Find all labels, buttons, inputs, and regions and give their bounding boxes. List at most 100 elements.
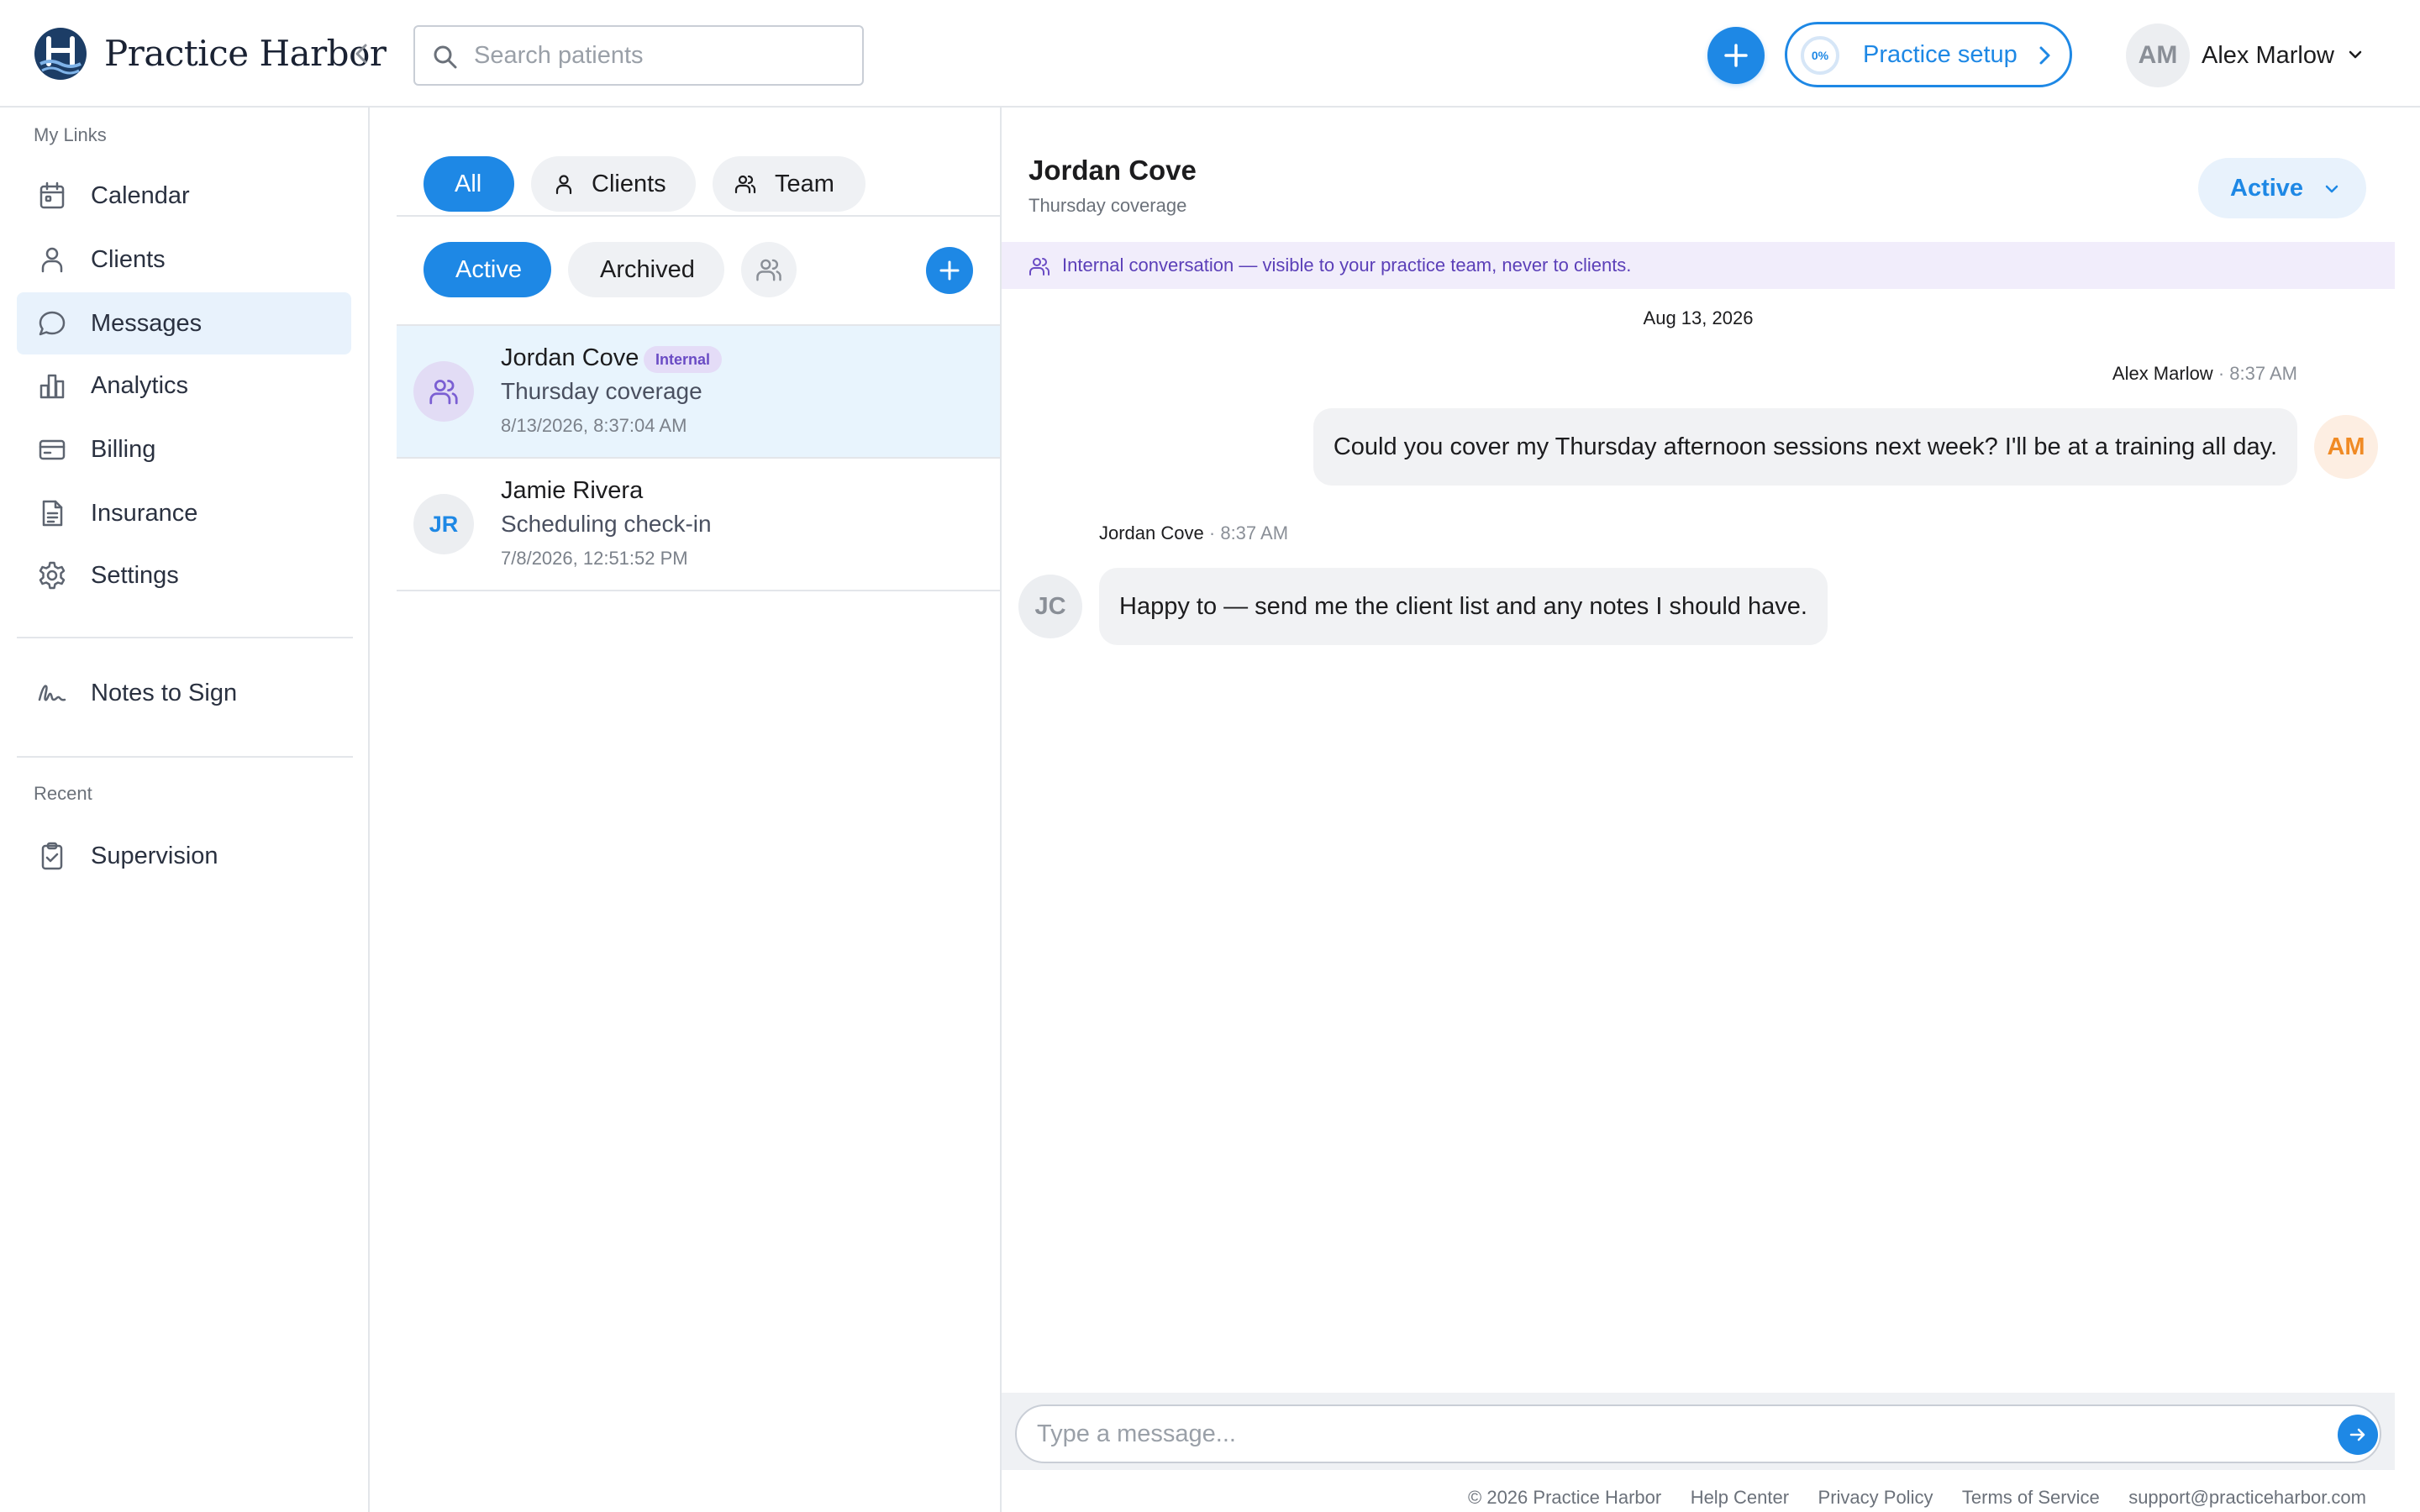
- sidebar-item-label: Notes to Sign: [91, 680, 238, 706]
- filter-label: All: [455, 171, 482, 197]
- send-button[interactable]: [2338, 1415, 2378, 1455]
- conversation-item[interactable]: JR Jamie Rivera Scheduling check-in 7/8/…: [397, 459, 1000, 591]
- recent-heading: Recent: [34, 783, 92, 804]
- people-icon: [734, 173, 756, 195]
- conversation-name: Jamie Rivera: [501, 477, 644, 504]
- conversation-list-panel: All Clients Team Active Archived Jordan …: [397, 108, 1002, 1512]
- status-label: Active: [2230, 175, 2304, 202]
- sidebar-divider: [17, 756, 353, 758]
- chat-panel: Jordan Cove Thursday coverage Active Int…: [1002, 108, 2395, 1470]
- plus-icon: [1724, 44, 1748, 67]
- chat-subtitle: Thursday coverage: [1028, 195, 1187, 216]
- status-label: Archived: [600, 256, 695, 283]
- document-icon: [37, 498, 67, 528]
- message-sender: Alex Marlow: [2112, 363, 2213, 384]
- group-filter-button[interactable]: [741, 242, 797, 297]
- chat-bubble-icon: [37, 308, 67, 339]
- collapse-sidebar-button[interactable]: [351, 40, 371, 67]
- sidebar-item-label: Billing: [91, 436, 156, 463]
- message-avatar: AM: [2314, 415, 2378, 479]
- people-icon: [429, 380, 458, 405]
- my-links-heading: My Links: [34, 124, 107, 145]
- chevron-down-icon: [2325, 185, 2338, 193]
- internal-conversation-banner: Internal conversation — visible to your …: [1002, 242, 2395, 289]
- filter-all-tab[interactable]: All: [424, 156, 514, 212]
- user-avatar[interactable]: AM: [2126, 24, 2190, 87]
- practice-setup-button[interactable]: 0% Practice setup: [1785, 22, 2072, 87]
- status-label: Active: [455, 256, 522, 283]
- arrow-right-icon: [2349, 1428, 2365, 1441]
- top-bar: Practice Harbor 0% Practice setup AM A: [0, 0, 2420, 108]
- message-time: 8:37 AM: [1220, 522, 1289, 543]
- filter-clients-tab[interactable]: Clients: [531, 156, 696, 212]
- new-conversation-button[interactable]: [926, 247, 973, 294]
- practice-harbor-logo-icon[interactable]: [34, 27, 87, 81]
- user-name[interactable]: Alex Marlow: [2202, 30, 2334, 81]
- sidebar-item-supervision[interactable]: Supervision: [17, 825, 351, 887]
- conversation-item[interactable]: Jordan Cove Internal Thursday coverage 8…: [397, 326, 1000, 459]
- sidebar-item-messages[interactable]: Messages: [17, 292, 351, 354]
- sidebar-item-settings[interactable]: Settings: [17, 544, 351, 606]
- conversation-subject: Thursday coverage: [501, 378, 702, 404]
- footer-support-email[interactable]: support@practiceharbor.com: [2128, 1487, 2366, 1508]
- message-bubble-incoming: Happy to — send me the client list and a…: [1099, 568, 1828, 645]
- calendar-icon: [37, 181, 67, 211]
- message-input[interactable]: [1037, 1406, 2297, 1462]
- search-icon: [432, 44, 459, 71]
- bar-chart-icon: [37, 370, 67, 401]
- practice-setup-label: Practice setup: [1863, 41, 2018, 68]
- sidebar-item-billing[interactable]: Billing: [17, 418, 351, 480]
- internal-badge: Internal: [644, 346, 723, 373]
- message-time: 8:37 AM: [2229, 363, 2297, 384]
- conversation-timestamp: 7/8/2026, 12:51:52 PM: [501, 548, 688, 569]
- conversation-timestamp: 8/13/2026, 8:37:04 AM: [501, 415, 687, 436]
- conversation-name: Jordan Cove: [501, 344, 639, 371]
- quick-add-button[interactable]: [1707, 27, 1765, 84]
- user-menu-chevron-down-icon[interactable]: [2346, 45, 2365, 64]
- sidebar-item-calendar[interactable]: Calendar: [17, 165, 351, 227]
- plus-icon: [939, 260, 960, 281]
- search-input[interactable]: [474, 27, 844, 84]
- people-icon: [756, 259, 781, 281]
- conversation-status-dropdown[interactable]: Active: [2198, 158, 2366, 218]
- filter-team-tab[interactable]: Team: [713, 156, 865, 212]
- sidebar-item-label: Insurance: [91, 500, 198, 527]
- chevron-left-icon: [355, 44, 367, 64]
- sidebar-item-label: Settings: [91, 562, 179, 589]
- patient-search[interactable]: [413, 25, 864, 86]
- filter-label: Team: [775, 171, 834, 197]
- sidebar-divider: [17, 637, 353, 638]
- person-icon: [37, 244, 67, 275]
- footer-link-privacy-policy[interactable]: Privacy Policy: [1818, 1487, 1933, 1508]
- chevron-right-icon: [2039, 46, 2050, 65]
- sidebar-item-insurance[interactable]: Insurance: [17, 482, 351, 544]
- gear-icon: [37, 560, 67, 591]
- footer-link-terms-of-service[interactable]: Terms of Service: [1962, 1487, 2100, 1508]
- date-separator: Aug 13, 2026: [1643, 307, 1754, 328]
- sidebar-item-notes-to-sign[interactable]: Notes to Sign: [17, 662, 351, 724]
- setup-progress-percent: 0%: [1811, 49, 1829, 62]
- sidebar-item-label: Messages: [91, 310, 203, 337]
- conversation-subject: Scheduling check-in: [501, 511, 712, 537]
- filter-divider: [397, 215, 1002, 217]
- credit-card-icon: [37, 434, 67, 465]
- sidebar-item-label: Analytics: [91, 372, 189, 399]
- sidebar-item-label: Supervision: [91, 843, 218, 869]
- person-icon: [553, 173, 575, 195]
- message-bubble-outgoing: Could you cover my Thursday afternoon se…: [1313, 408, 2297, 486]
- conversation-avatar: JR: [413, 494, 474, 554]
- status-archived-tab[interactable]: Archived: [568, 242, 724, 297]
- footer-link-help-center[interactable]: Help Center: [1691, 1487, 1789, 1508]
- sidebar-item-analytics[interactable]: Analytics: [17, 354, 351, 417]
- message-avatar: JC: [1018, 575, 1082, 638]
- people-icon: [1029, 258, 1050, 276]
- sidebar-item-clients[interactable]: Clients: [17, 228, 351, 291]
- status-active-tab[interactable]: Active: [424, 242, 551, 297]
- footer: © 2026 Practice Harbor Help Center Priva…: [1002, 1487, 2366, 1512]
- footer-copyright: © 2026 Practice Harbor: [1468, 1487, 1662, 1508]
- message-composer[interactable]: [1015, 1404, 2381, 1463]
- message-meta: Jordan Cove · 8:37 AM: [1099, 522, 1289, 543]
- clipboard-check-icon: [37, 841, 67, 871]
- message-meta: Alex Marlow · 8:37 AM: [2112, 363, 2297, 384]
- sidebar-item-label: Calendar: [91, 182, 190, 209]
